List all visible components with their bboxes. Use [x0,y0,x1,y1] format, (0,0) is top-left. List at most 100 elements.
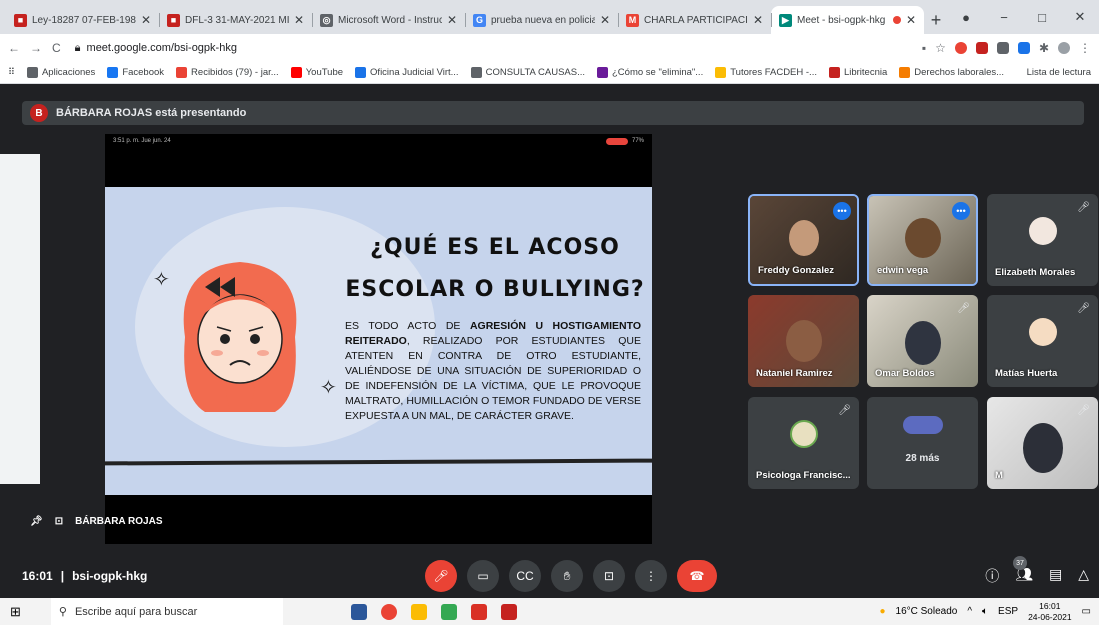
tab-favicon-icon: ◎ [320,13,333,27]
presenting-text: BÁRBARA ROJAS está presentando [56,107,247,119]
volume-icon[interactable]: 🔈︎ [982,606,988,617]
search-icon: ⚲ [58,606,67,618]
leave-call-button[interactable]: ☎︎ [677,560,717,592]
close-tab-icon[interactable]: ✕ [294,13,304,27]
language-indicator[interactable]: ESP [998,606,1018,617]
participant-tile[interactable]: Nataniel Ramirez [748,295,859,387]
opera-extension-icon[interactable] [954,42,967,54]
browser-tab[interactable]: ■ DFL-3 31-MAY-2021 MINIS ✕ [159,6,312,34]
bookmark-item[interactable]: CONSULTA CAUSAS... [470,67,585,78]
more-options-button[interactable]: ⋮ [635,560,667,592]
more-options-icon[interactable]: ••• [952,202,970,220]
bookmark-item[interactable]: Tutores FACDEH -... [715,67,817,78]
system-tray: ● 16°C Soleado ^ 🔈︎ ESP 16:01 24-06-2021… [879,601,1099,623]
browser-tab[interactable]: Gprueba nueva en policia loc ✕ [465,6,618,34]
maximize-button[interactable]: □ [1023,10,1061,25]
weather-text[interactable]: 16°C Soleado [896,606,958,617]
activities-icon[interactable]: △ [1078,566,1089,586]
close-tab-icon[interactable]: ✕ [600,13,610,27]
bookmark-item[interactable]: Facebook [107,67,164,78]
chrome-app-icon[interactable] [380,603,397,620]
puzzle-icon[interactable]: ✱ [1039,41,1049,55]
back-icon[interactable]: ← [8,41,20,55]
bookmark-item[interactable]: Derechos laborales... [899,67,1004,78]
windows-start-icon[interactable]: ⊞ [10,604,21,620]
participant-tile[interactable]: 🎤︎ Elizabeth Morales [987,194,1098,286]
clock[interactable]: 16:01 24-06-2021 [1028,601,1071,623]
notifications-icon[interactable]: ▭ [1082,606,1091,617]
presenting-banner: B BÁRBARA ROJAS está presentando [22,101,1084,125]
shared-screen: 3:51 p. m. Jue jun. 24 77% ✧ ✧ ¿QUÉ ES E… [105,134,652,544]
close-tab-icon[interactable]: ✕ [141,13,151,27]
bookmark-item[interactable]: Oficina Judicial Virt... [355,67,459,78]
participant-tile[interactable]: ••• Freddy Gonzalez [748,194,859,286]
tab-favicon-icon: ■ [14,13,27,27]
participant-tile[interactable]: 🎤︎ Omar Boldos [867,295,978,387]
participant-tile[interactable]: 🎤︎ Psicologa Francisc... [748,397,859,489]
profile-icon[interactable]: ● [947,10,985,25]
more-participants-count: 28 más [905,453,940,464]
mic-off-button[interactable]: 🎤︎ [425,560,457,592]
chevron-up-icon[interactable]: ^ [967,606,972,617]
participant-name: M [995,470,1003,481]
tab-title: Ley-18287 07-FEB-1984 M [32,14,136,26]
word-app-icon[interactable] [350,603,367,620]
bookmark-item[interactable]: ¿Cómo se "elimina"... [597,67,703,78]
bookmark-icon [176,67,188,78]
taskbar-search[interactable]: ⚲ Escribe aquí para buscar [50,598,283,625]
camera-indicator-icon[interactable]: ▪ [922,41,926,55]
present-button[interactable]: ⊡ [593,560,625,592]
bookmark-label: YouTube [305,67,344,78]
star-icon[interactable]: ☆ [935,41,946,55]
captions-button[interactable]: CC [509,560,541,592]
extension-icon[interactable] [996,42,1009,54]
new-tab-button[interactable]: + [924,6,948,34]
minimize-button[interactable]: − [985,10,1023,25]
participant-tile[interactable]: ••• edwin vega [867,194,978,286]
pdf-app-icon[interactable] [500,603,517,620]
app-icon[interactable] [470,603,487,620]
close-tab-icon[interactable]: ✕ [906,13,916,27]
bookmark-label: Tutores FACDEH -... [730,67,817,78]
pin-icon[interactable]: 📌︎ [30,516,43,527]
window-controls: ● − □ ✕ [947,0,1099,34]
more-participants-tile[interactable]: 28 más [867,397,978,489]
browser-tab[interactable]: M CHARLA PARTICIPACIÓN C ✕ [618,6,771,34]
browser-tab[interactable]: ▶ Meet - bsi-ogpk-hkg ✕ [771,6,924,34]
bookmark-label: Recibidos (79) - jar... [191,67,279,78]
bookmark-icon [290,67,302,78]
browser-tab[interactable]: ◎ Microsoft Word - Instructiv ✕ [312,6,465,34]
close-tab-icon[interactable]: ✕ [447,13,457,27]
url-field[interactable]: 🔒︎ meet.google.com/bsi-ogpk-hkg [71,37,912,59]
bookmark-item[interactable]: YouTube [290,67,344,78]
slide-divider [105,458,652,466]
bookmark-item[interactable]: Aplicaciones [26,67,95,78]
bookmark-icon [26,67,38,78]
participant-name: Nataniel Ramirez [756,368,833,379]
reload-icon[interactable]: C [52,41,61,55]
reading-list[interactable]: Lista de lectura [1027,67,1091,78]
participant-tile[interactable]: 🎤︎ Matías Huerta [987,295,1098,387]
chat-icon[interactable]: ▤ [1049,566,1062,586]
avatar[interactable] [1058,42,1070,54]
file-explorer-icon[interactable] [410,603,427,620]
info-icon[interactable]: ⓘ [985,566,999,586]
menu-icon[interactable]: ⋮ [1079,41,1091,55]
extension-icon[interactable] [975,42,988,54]
camera-button[interactable]: ▭ [467,560,499,592]
browser-tab-strip: ■ Ley-18287 07-FEB-1984 M ✕ ■ DFL-3 31-MAY-2… [0,0,1099,34]
taskbar-apps [350,603,517,620]
browser-tab[interactable]: ■ Ley-18287 07-FEB-1984 M ✕ [6,6,159,34]
bookmark-item[interactable]: Recibidos (79) - jar... [176,67,279,78]
participant-tile[interactable]: 🎤︎ M [987,397,1098,489]
close-tab-icon[interactable]: ✕ [753,13,763,27]
extension-icon[interactable] [1017,42,1030,54]
raise-hand-button[interactable]: ✋︎ [551,560,583,592]
forward-icon[interactable]: → [30,41,42,55]
app-icon[interactable] [440,603,457,620]
close-window-button[interactable]: ✕ [1061,9,1099,25]
sad-girl-illustration [183,262,297,412]
bookmark-item[interactable]: Libritecnia [828,67,887,78]
more-options-icon[interactable]: ••• [833,202,851,220]
apps-icon[interactable]: ⠿ [8,67,15,78]
